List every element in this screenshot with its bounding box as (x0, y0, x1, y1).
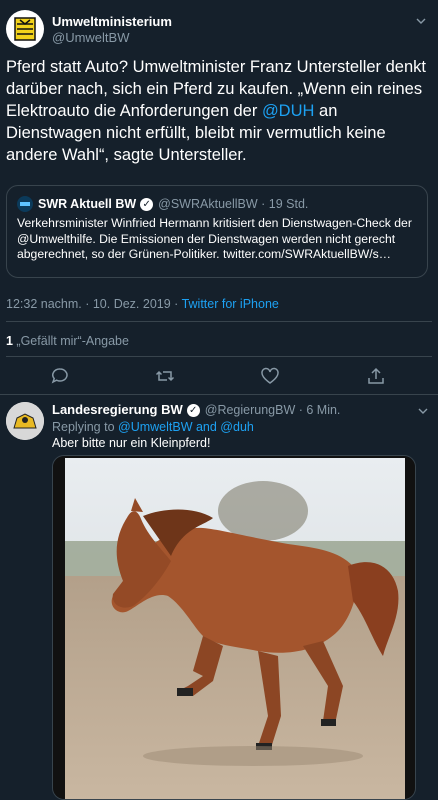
chevron-down-icon[interactable] (416, 16, 426, 26)
retweet-icon[interactable] (155, 366, 175, 386)
tweet-text: Pferd statt Auto? Umweltminister Franz U… (6, 56, 430, 166)
reply-icon[interactable] (50, 366, 70, 386)
reply-media-image[interactable] (52, 455, 416, 800)
quoted-tweet[interactable]: SWR Aktuell BW ✓ @SWRAktuellBW · 19 Std.… (6, 185, 428, 278)
action-bar (0, 366, 438, 388)
tweet-text-part1: Pferd statt Auto? Umweltminister Franz U… (6, 58, 426, 120)
tweet-meta: 12:32 nachm. · 10. Dez. 2019 · Twitter f… (6, 296, 279, 312)
quoted-author-handle: @SWRAktuellBW · 19 Std. (158, 197, 309, 211)
quoted-tweet-header: SWR Aktuell BW ✓ @SWRAktuellBW · 19 Std. (17, 196, 417, 212)
author-name[interactable]: Umweltministerium (52, 14, 172, 30)
divider (6, 321, 432, 322)
likes-count: 1 (6, 334, 13, 348)
reply-author-name[interactable]: Landesregierung BW (52, 402, 183, 418)
likes-label: „Gefällt mir“-Angabe (12, 334, 129, 348)
horse-image (53, 456, 415, 799)
verified-badge-icon: ✓ (186, 403, 200, 417)
chevron-down-icon[interactable] (418, 406, 428, 416)
replying-to: Replying to @UmweltBW and @duh (52, 419, 254, 435)
reply-text: Aber bitte nur ein Kleinpferd! (52, 436, 211, 450)
reply-author-handle[interactable]: @RegierungBW · 6 Min. (205, 402, 341, 418)
share-icon[interactable] (366, 366, 386, 386)
replying-prefix: Replying to (52, 420, 119, 434)
source-link[interactable]: Twitter for iPhone (182, 297, 279, 311)
reply-header: Landesregierung BW ✓ @RegierungBW · 6 Mi… (52, 402, 340, 418)
author-handle[interactable]: @UmweltBW (52, 30, 172, 46)
divider (6, 356, 432, 357)
main-tweet-header: Umweltministerium @UmweltBW (6, 10, 432, 50)
landesregierung-avatar[interactable] (6, 402, 44, 440)
swr-avatar (17, 196, 33, 212)
quoted-tweet-text: Verkehrsminister Winfried Hermann kritis… (17, 216, 412, 261)
timestamp[interactable]: 12:32 nachm. · 10. Dez. 2019 · (6, 297, 182, 311)
mention-link[interactable]: @DUH (262, 102, 315, 120)
author-info[interactable]: Umweltministerium @UmweltBW (52, 14, 172, 46)
quoted-author-name: SWR Aktuell BW (38, 197, 137, 211)
verified-badge-icon: ✓ (140, 197, 154, 211)
divider (0, 394, 438, 395)
umweltministerium-avatar[interactable] (6, 10, 44, 48)
replying-to-links[interactable]: @UmweltBW and @duh (118, 420, 254, 434)
like-icon[interactable] (260, 366, 280, 386)
likes-summary[interactable]: 1 „Gefällt mir“-Angabe (6, 333, 129, 349)
